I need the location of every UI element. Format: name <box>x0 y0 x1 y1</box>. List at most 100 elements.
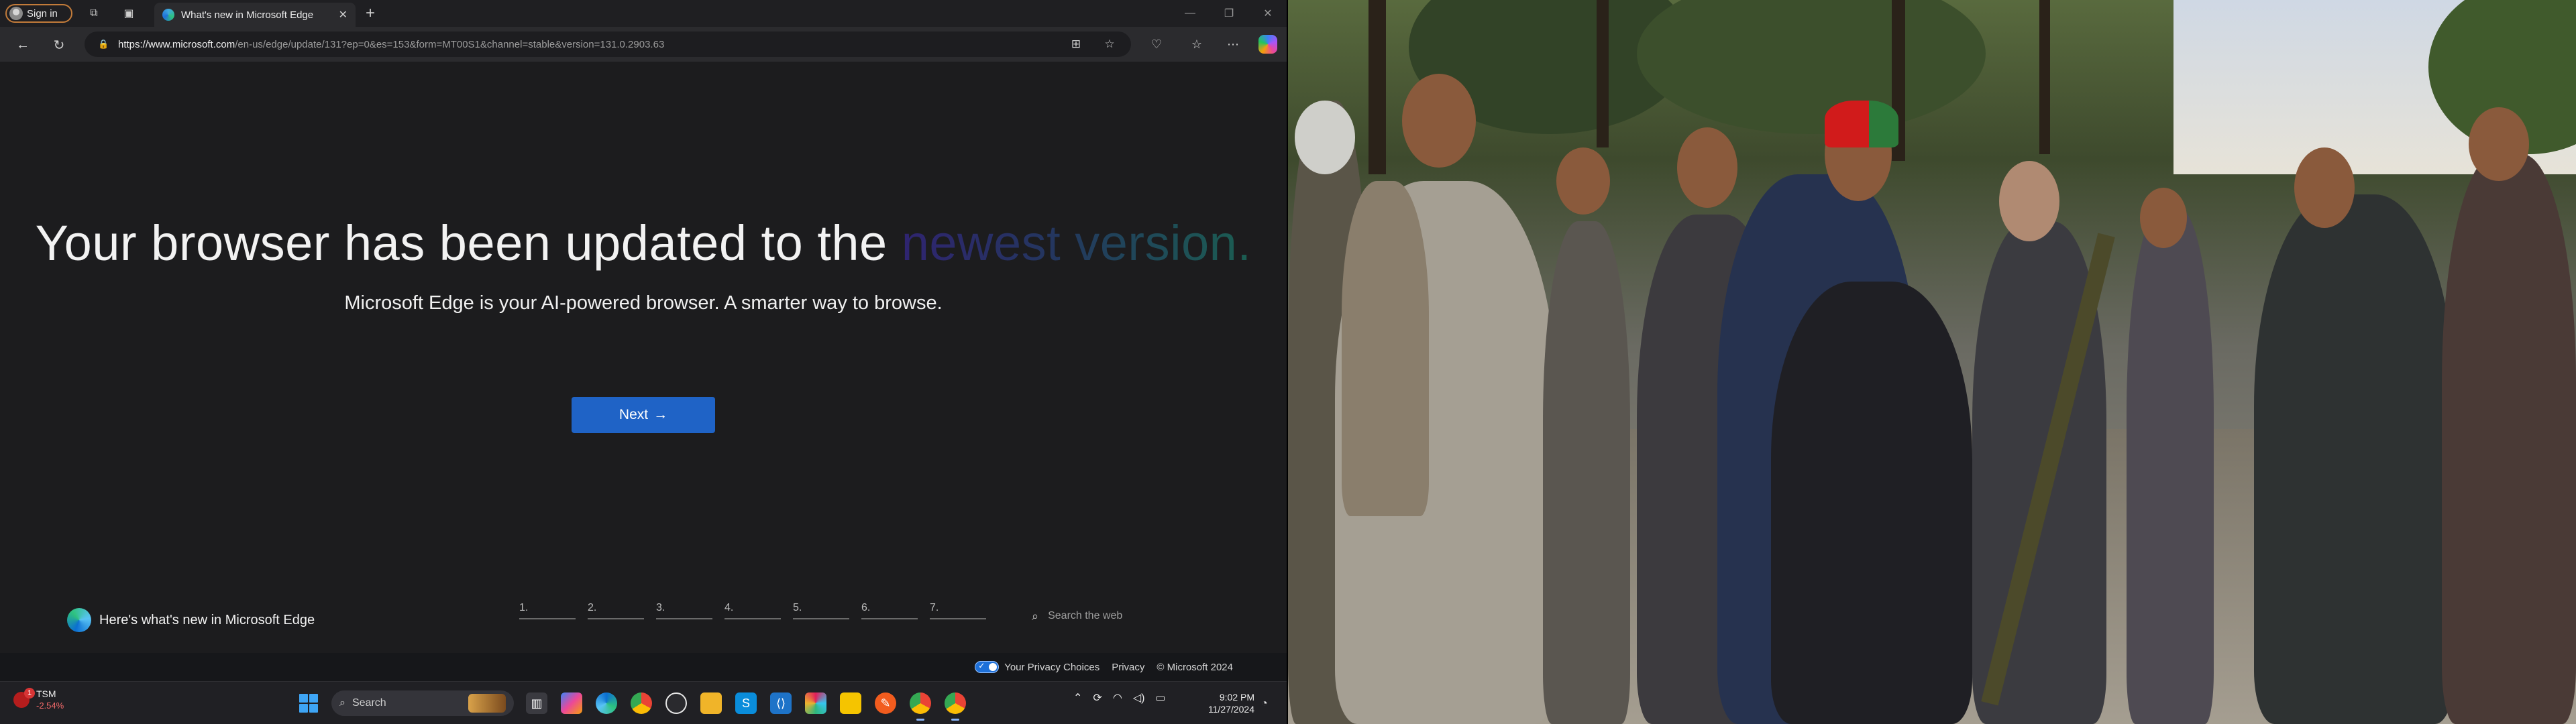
tab-actions-icon[interactable]: ▣ <box>121 5 137 21</box>
address-bar[interactable]: 🔒 https://www.microsoft.com/en-us/edge/u… <box>85 32 1131 57</box>
page-subheading: Microsoft Edge is your AI-powered browse… <box>344 292 943 314</box>
browser-essentials-icon[interactable]: ♡ <box>1147 35 1166 54</box>
next-label: Next <box>619 407 649 422</box>
skype-icon[interactable]: S <box>735 692 757 714</box>
step-2[interactable]: 2. <box>588 602 644 619</box>
tab-whats-new[interactable]: What's new in Microsoft Edge ✕ <box>154 3 356 27</box>
search-icon: ⌕ <box>339 697 345 709</box>
chrome-icon[interactable] <box>631 692 652 714</box>
favorites-icon[interactable]: ☆ <box>1187 35 1206 54</box>
video-frame-crowd <box>1288 0 2576 724</box>
copilot-icon[interactable] <box>1258 35 1277 54</box>
close-tab-icon[interactable]: ✕ <box>339 8 347 21</box>
favorite-star-icon[interactable]: ☆ <box>1102 36 1118 52</box>
pencil-app-icon[interactable]: ✎ <box>875 692 896 714</box>
person-head <box>1556 147 1610 215</box>
back-icon[interactable]: ← <box>13 36 32 54</box>
page-headline: Your browser has been updated to the new… <box>0 215 1287 272</box>
person-head <box>1999 161 2059 241</box>
person-head <box>2140 188 2187 248</box>
notification-badge: 1 <box>24 688 35 699</box>
next-button[interactable]: Next → <box>572 397 715 433</box>
privacy-choices-link[interactable]: Your Privacy Choices <box>975 661 1099 673</box>
sticky-notes-icon[interactable] <box>840 692 861 714</box>
taskbar-clock[interactable]: 9:02 PM 11/27/2024 <box>1201 691 1254 715</box>
edge-icon[interactable] <box>596 692 617 714</box>
taskbar-search-label: Search <box>352 697 386 709</box>
tab-title: What's new in Microsoft Edge <box>181 9 314 21</box>
minimize-icon[interactable]: — <box>1178 4 1202 23</box>
stock-widget[interactable]: 1 TSM -2.54% <box>13 688 64 711</box>
url-text[interactable]: https://www.microsoft.com/en-us/edge/upd… <box>118 39 1051 50</box>
step-1[interactable]: 1. <box>519 602 576 619</box>
person-head <box>2469 107 2529 181</box>
browser-toolbar: ← ↻ 🔒 https://www.microsoft.com/en-us/ed… <box>0 27 1287 62</box>
tree-trunk <box>1368 0 1386 174</box>
arrow-right-icon: → <box>653 407 668 422</box>
url-host: https://www.microsoft.com <box>118 38 235 50</box>
profile-label: Sign in <box>27 7 58 19</box>
workspaces-icon[interactable]: ⧉ <box>86 5 102 21</box>
lock-icon[interactable]: 🔒 <box>98 39 109 50</box>
restore-icon[interactable]: ❐ <box>1217 4 1241 23</box>
privacy-toggle-icon <box>975 661 1000 673</box>
chrome-active-icon[interactable] <box>910 692 931 721</box>
person <box>2442 154 2576 724</box>
avatar <box>9 7 23 20</box>
task-view-icon[interactable]: ▥ <box>526 692 547 714</box>
tree-trunk <box>2039 0 2050 154</box>
desktop: Sign in ⧉ ▣ What's new in Microsoft Edge… <box>0 0 2576 724</box>
sync-icon[interactable]: ⟳ <box>1093 691 1102 705</box>
step-4[interactable]: 4. <box>724 602 781 619</box>
page-footer: Your Privacy Choices Privacy © Microsoft… <box>0 653 1287 681</box>
windows-start-icon[interactable] <box>299 694 318 713</box>
volume-icon[interactable]: ◁) <box>1133 691 1145 705</box>
search-the-web-input[interactable]: ⌕ Search the web <box>1032 606 1193 626</box>
copyright-text: © Microsoft 2024 <box>1157 661 1233 673</box>
step-5[interactable]: 5. <box>793 602 849 619</box>
edge-favicon-icon <box>162 9 174 21</box>
headline-accent: newest version. <box>901 215 1252 271</box>
app-icon[interactable] <box>665 692 687 714</box>
step-6[interactable]: 6. <box>861 602 918 619</box>
person-head <box>1677 127 1737 208</box>
notification-bell-icon[interactable]: ◔ <box>1261 698 1268 710</box>
close-window-icon[interactable]: ✕ <box>1256 4 1280 23</box>
edge-browser-window: Sign in ⧉ ▣ What's new in Microsoft Edge… <box>0 0 1287 681</box>
windows-taskbar: 1 TSM -2.54% ⌕ Search ▥ S ⟨⟩ ✎ ⌃ ⟳ ◠ ◁) … <box>0 681 1287 724</box>
search-icon: ⌕ <box>1032 609 1039 623</box>
stock-alert-icon: 1 <box>13 688 35 708</box>
title-bar: Sign in ⧉ ▣ What's new in Microsoft Edge… <box>0 0 1287 27</box>
chrome-profile-icon[interactable] <box>945 692 966 721</box>
app-available-icon[interactable]: ⊞ <box>1068 36 1084 52</box>
battery-icon[interactable]: ▭ <box>1155 691 1165 705</box>
step-7[interactable]: 7. <box>930 602 986 619</box>
clock-time: 9:02 PM <box>1219 692 1254 703</box>
person-vest <box>1342 181 1429 516</box>
more-options-icon[interactable]: ⋯ <box>1224 35 1242 54</box>
person <box>1771 282 1972 724</box>
taskbar-search-input[interactable]: ⌕ Search <box>331 690 514 716</box>
footer-brand-text: Here's what's new in Microsoft Edge <box>99 612 315 627</box>
chevron-up-icon[interactable]: ⌃ <box>1073 691 1082 705</box>
copilot-icon[interactable] <box>561 692 582 714</box>
person-head <box>2294 147 2355 228</box>
stock-ticker: TSM -2.54% <box>36 688 64 711</box>
tree-canopy <box>1637 0 1986 134</box>
file-explorer-icon[interactable] <box>700 692 722 714</box>
new-tab-icon[interactable]: + <box>362 4 378 22</box>
privacy-link[interactable]: Privacy <box>1112 662 1144 673</box>
profile-sign-in-button[interactable]: Sign in <box>5 4 72 23</box>
url-path: /en-us/edge/update/131?ep=0&es=153&form=… <box>235 38 665 50</box>
search-placeholder: Search the web <box>1048 610 1123 621</box>
edge-update-page: Your browser has been updated to the new… <box>0 62 1287 681</box>
slack-icon[interactable] <box>805 692 826 714</box>
system-tray: ⌃ ⟳ ◠ ◁) ▭ <box>1073 691 1166 705</box>
edge-logo-icon <box>67 608 91 632</box>
wifi-icon[interactable]: ◠ <box>1113 691 1122 705</box>
step-3[interactable]: 3. <box>656 602 712 619</box>
step-indicator: 1. 2. 3. 4. 5. 6. 7. <box>519 602 986 619</box>
person-head <box>1295 101 1355 174</box>
vscode-icon[interactable]: ⟨⟩ <box>770 692 792 714</box>
refresh-icon[interactable]: ↻ <box>50 36 68 54</box>
